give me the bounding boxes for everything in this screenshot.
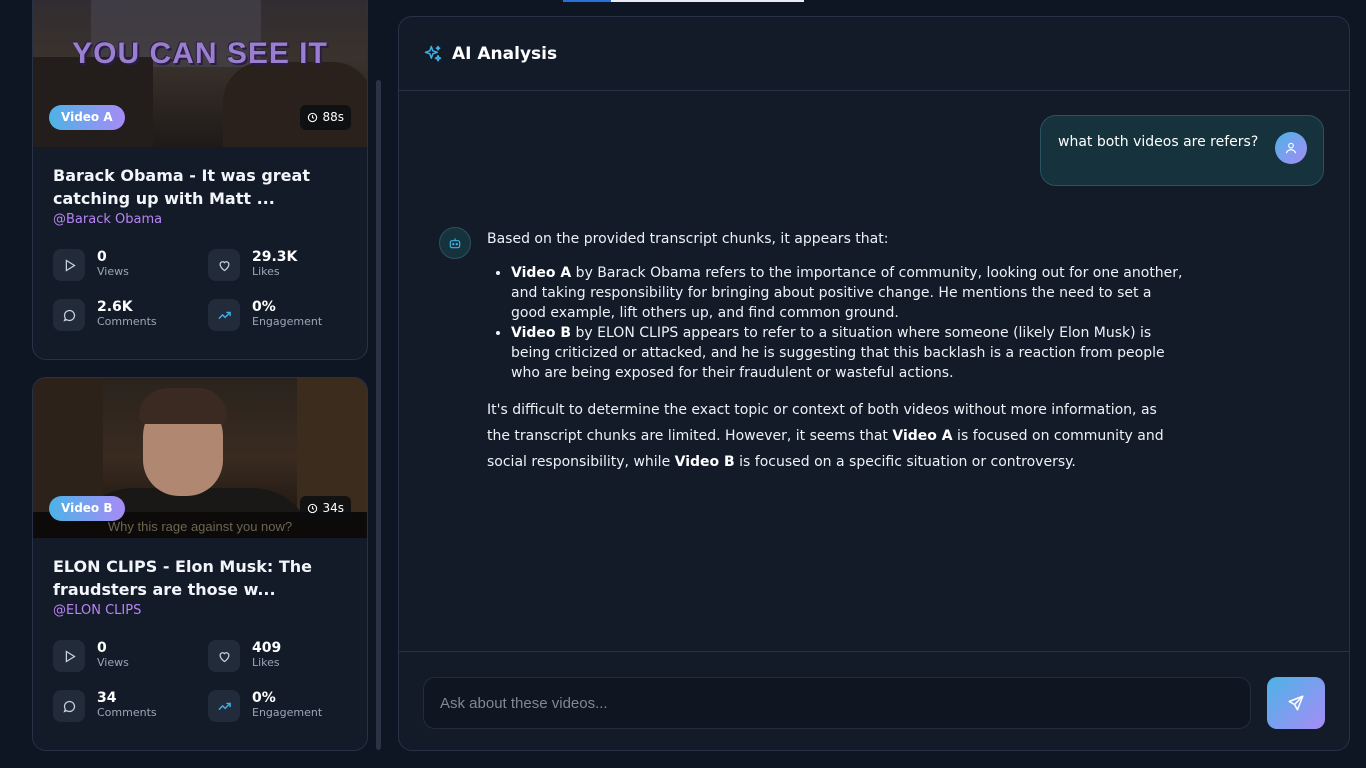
duration-text: 88s (322, 110, 344, 124)
panel-title: AI Analysis (452, 43, 558, 64)
bot-message: Based on the provided transcript chunks,… (487, 229, 1187, 475)
duration-badge: 34s (300, 496, 351, 521)
top-progress-bar (563, 0, 804, 2)
bold-term: Video B (674, 454, 735, 470)
user-icon (1285, 142, 1297, 154)
bot-outro-text: is focused on a specific situation or co… (734, 454, 1076, 470)
video-thumbnail[interactable]: Why this rage against you now? Video B 3… (33, 378, 367, 538)
duration-text: 34s (322, 501, 344, 515)
stat-label: Views (97, 265, 129, 278)
bold-term: Video A (511, 265, 572, 281)
stat-value: 34 (97, 690, 117, 706)
bot-list-text: by Barack Obama refers to the importance… (511, 265, 1183, 321)
video-stats: 0 Views 409 Likes 34 Comments 0% Engagement (53, 640, 347, 722)
bot-intro: Based on the provided transcript chunks,… (487, 231, 889, 247)
video-title-line: fraudsters are those w... (53, 580, 276, 599)
chat-composer (399, 651, 1349, 750)
stat-views: 0 Views (53, 640, 208, 672)
video-card-a[interactable]: YOU CAN SEE IT Video A 88s Barack Obama … (32, 0, 368, 360)
chat-input[interactable] (423, 677, 1251, 729)
ai-analysis-panel: AI Analysis what both videos are refers?… (398, 16, 1350, 751)
channel-link[interactable]: @Barack Obama (53, 212, 347, 227)
video-card-b[interactable]: Why this rage against you now? Video B 3… (32, 377, 368, 751)
stat-comments: 2.6K Comments (53, 299, 208, 331)
thumbnail-caption: YOU CAN SEE IT (72, 37, 328, 70)
video-stats: 0 Views 29.3K Likes 2.6K Comments 0% Engagem… (53, 249, 347, 331)
video-title-line: catching up with Matt ... (53, 189, 275, 208)
send-button[interactable] (1267, 677, 1325, 729)
stat-value: 409 (252, 640, 282, 656)
video-thumbnail[interactable]: YOU CAN SEE IT Video A 88s (33, 0, 367, 147)
clock-icon (308, 503, 318, 514)
bot-list: Video A by Barack Obama refers to the im… (511, 263, 1187, 383)
stat-comments: 34 Comments (53, 690, 208, 722)
comment-icon (62, 700, 75, 713)
video-title-line: ELON CLIPS - Elon Musk: The (53, 557, 313, 576)
stat-value: 0 (97, 249, 107, 265)
bot-list-item: Video A by Barack Obama refers to the im… (511, 263, 1187, 323)
video-title[interactable]: ELON CLIPS - Elon Musk: The fraudsters a… (53, 555, 347, 601)
video-list-scrollbar[interactable] (376, 80, 381, 750)
send-icon (1288, 695, 1304, 711)
play-icon (65, 258, 76, 272)
trending-up-icon (217, 702, 231, 710)
stat-value: 0 (97, 640, 107, 656)
stat-label: Views (97, 656, 129, 669)
video-title-line: Barack Obama - It was great (53, 166, 310, 185)
top-progress-fill (563, 0, 612, 2)
play-icon (65, 649, 76, 663)
stat-likes: 409 Likes (208, 640, 348, 672)
user-avatar (1275, 132, 1307, 164)
stat-value: 2.6K (97, 299, 133, 315)
channel-link[interactable]: @ELON CLIPS (53, 603, 347, 618)
thumbnail-caption: Why this rage against you now? (107, 519, 293, 534)
stat-value: 0% (252, 690, 276, 706)
heart-icon (218, 260, 230, 271)
thumbnail-shape (139, 388, 227, 424)
bot-list-text: by ELON CLIPS appears to refer to a situ… (511, 325, 1165, 381)
video-badge: Video B (49, 496, 125, 521)
stat-engagement: 0% Engagement (208, 690, 348, 722)
stat-value: 0% (252, 299, 276, 315)
bot-list-item: Video B by ELON CLIPS appears to refer t… (511, 323, 1187, 383)
bot-outro: It's difficult to determine the exact to… (487, 397, 1167, 475)
sparkles-icon (424, 45, 442, 61)
user-message: what both videos are refers? (1040, 115, 1324, 186)
bold-term: Video A (892, 428, 953, 444)
video-badge: Video A (49, 105, 125, 130)
duration-badge: 88s (300, 105, 351, 130)
heart-icon (218, 651, 230, 662)
clock-icon (308, 112, 318, 123)
stat-label: Likes (252, 656, 280, 669)
bold-term: Video B (511, 325, 572, 341)
comment-icon (62, 309, 75, 322)
bot-avatar (439, 227, 471, 259)
stat-value: 29.3K (252, 249, 298, 265)
stat-label: Comments (97, 315, 157, 328)
stat-label: Likes (252, 265, 280, 278)
stat-engagement: 0% Engagement (208, 299, 348, 331)
stat-likes: 29.3K Likes (208, 249, 348, 281)
stat-label: Engagement (252, 706, 323, 719)
bot-icon (449, 238, 461, 249)
stat-label: Comments (97, 706, 157, 719)
trending-up-icon (217, 311, 231, 319)
video-list: YOU CAN SEE IT Video A 88s Barack Obama … (32, 0, 368, 768)
video-title[interactable]: Barack Obama - It was great catching up … (53, 164, 347, 210)
stat-views: 0 Views (53, 249, 208, 281)
stat-label: Engagement (252, 315, 323, 328)
panel-header: AI Analysis (399, 17, 1349, 91)
